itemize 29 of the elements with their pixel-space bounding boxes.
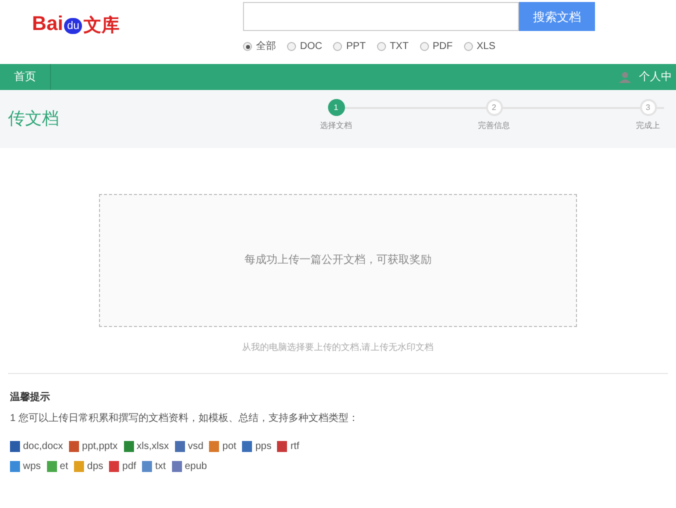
tips-text: 1 您可以上传日常积累和撰写的文档资料，如模板、总结，支持多种文档类型： xyxy=(10,412,360,426)
upload-hint: 从我的电脑选择要上传的文档,请上传无水印文档 xyxy=(242,341,434,354)
file-type-label: et xyxy=(60,460,68,474)
file-type-label: pot xyxy=(222,440,236,454)
file-type-label: xls,xlsx xyxy=(136,440,169,454)
file-type-label: pps xyxy=(255,440,272,454)
tips-title: 温馨提示 xyxy=(10,390,51,404)
filter-radio[interactable]: XLS xyxy=(464,39,496,54)
filter-radio[interactable]: PPT xyxy=(333,39,366,54)
step: 3 完成上 xyxy=(636,99,660,132)
user-icon xyxy=(619,71,631,83)
search-field[interactable] xyxy=(243,2,519,31)
logo: Bai du 文库 xyxy=(31,12,120,34)
step: 1 选择文档 xyxy=(320,99,352,132)
filter-radio[interactable]: PDF xyxy=(420,39,453,54)
file-type-label: wps xyxy=(23,460,41,474)
file-type-label: txt xyxy=(155,460,166,474)
step: 2 完善信息 xyxy=(478,99,510,132)
file-type-label: dps xyxy=(87,460,104,474)
filter-radio[interactable]: TXT xyxy=(376,39,409,54)
file-type-label: pdf xyxy=(122,460,136,474)
file-type-label: rtf xyxy=(290,440,300,454)
filter-radio[interactable]: 全部 xyxy=(243,39,276,54)
file-type-label: doc,docx xyxy=(23,440,64,454)
page-title: 传文档 xyxy=(7,108,60,130)
file-type-label: ppt,pptx xyxy=(82,440,118,454)
filter-radio[interactable]: DOC xyxy=(287,39,322,54)
file-type-label: epub xyxy=(184,460,207,474)
file-type-label: vsd xyxy=(188,440,204,454)
